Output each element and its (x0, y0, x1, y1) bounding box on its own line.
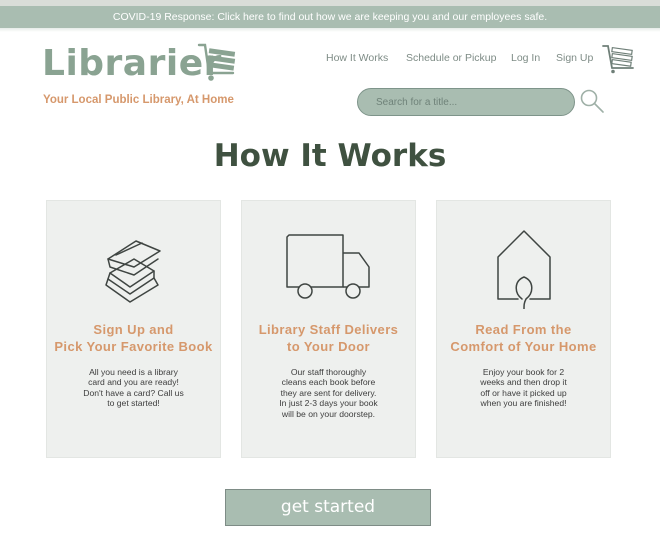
card-description: Our staff thoroughly cleans each book be… (279, 367, 378, 419)
tagline: Your Local Public Library, At Home (43, 94, 234, 106)
step-card-read-at-home: Read From the Comfort of Your Home Enjoy… (436, 200, 611, 458)
books-stack-icon (104, 240, 161, 303)
get-started-button[interactable]: get started (225, 489, 431, 526)
logo-cart-icon (197, 43, 236, 81)
card-title: Library Staff Delivers to Your Door (258, 322, 399, 354)
step-card-delivery: Library Staff Delivers to Your Door Our … (241, 200, 416, 458)
logo-wordmark: Librarier (42, 43, 222, 84)
nav-schedule-or-pickup[interactable]: Schedule or Pickup (406, 52, 496, 68)
nav-sign-up[interactable]: Sign Up (556, 52, 593, 68)
covid-banner-link[interactable]: COVID-19 Response: Click here to find ou… (0, 6, 660, 28)
search-icon[interactable] (579, 88, 605, 114)
delivery-truck-icon (285, 234, 370, 299)
page-title: How It Works (213, 138, 447, 174)
card-description: All you need is a library card and you a… (83, 367, 184, 409)
nav-log-in[interactable]: Log In (511, 52, 540, 68)
card-description: Enjoy your book for 2 weeks and then dro… (480, 367, 567, 409)
cart-icon[interactable] (601, 44, 637, 74)
step-card-sign-up: Sign Up and Pick Your Favorite Book All … (46, 200, 221, 458)
card-title: Sign Up and Pick Your Favorite Book (54, 322, 213, 354)
search-input[interactable] (357, 88, 575, 116)
banner-shadow (0, 28, 660, 32)
nav-how-it-works[interactable]: How It Works (326, 52, 388, 68)
home-icon (496, 230, 551, 309)
card-title: Read From the Comfort of Your Home (450, 322, 597, 354)
